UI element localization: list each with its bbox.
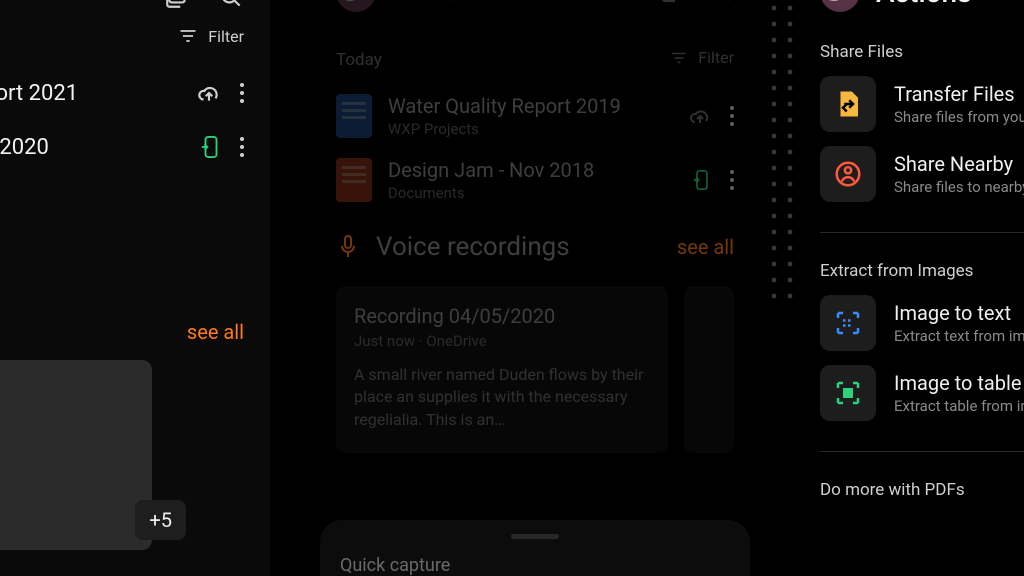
file-title: Water Quality Report 2019	[388, 94, 621, 118]
section-label: Extract from Images	[820, 261, 1024, 281]
action-subtitle: Extract text from image	[894, 327, 1024, 345]
window-icon[interactable]	[660, 0, 684, 4]
avatar[interactable]	[820, 0, 860, 12]
action-share-nearby[interactable]: Share Nearby Share files to nearby	[820, 146, 1024, 202]
promo-card[interactable]: Dark Mode on Android +5	[0, 360, 152, 550]
cloud-upload-icon[interactable]	[196, 80, 222, 106]
transfer-files-icon	[820, 76, 876, 132]
more-icon[interactable]	[730, 170, 734, 190]
see-all-link[interactable]: see all	[187, 320, 244, 344]
file-title: Design Jam - Nov 2018	[388, 158, 594, 182]
more-icon[interactable]	[240, 137, 244, 157]
action-transfer-files[interactable]: Transfer Files Share files from your pho…	[820, 76, 1024, 132]
filter-icon	[670, 49, 688, 67]
action-subtitle: Share files to nearby	[894, 178, 1024, 196]
search-icon[interactable]	[710, 0, 734, 4]
recording-card[interactable]: Recording 04/05/2020 Just now · OneDrive…	[336, 286, 668, 453]
powerpoint-doc-icon	[336, 158, 372, 202]
page-title: Home	[390, 0, 460, 7]
more-icon[interactable]	[240, 83, 244, 103]
action-title: Image to table	[894, 371, 1024, 395]
filter-label: Filter	[208, 27, 244, 46]
filter-icon	[178, 26, 198, 46]
action-subtitle: Extract table from image	[894, 397, 1024, 415]
send-to-phone-icon[interactable]	[200, 134, 222, 160]
section-label-today: Today	[336, 50, 382, 70]
recording-meta: Just now · OneDrive	[354, 332, 650, 350]
avatar[interactable]	[336, 0, 376, 12]
more-icon[interactable]	[730, 106, 734, 126]
send-to-phone-icon[interactable]	[692, 168, 712, 192]
file-title: Water Quality Report 2021	[0, 81, 78, 106]
file-row[interactable]: Water Quality Report 2021	[0, 80, 244, 106]
file-row[interactable]: Survey 7 responses	[0, 188, 244, 234]
page-title: Actions	[876, 0, 972, 9]
recording-body: A small river named Duden flows by their…	[354, 364, 650, 431]
filter-control[interactable]: Filter	[178, 26, 244, 46]
action-title: Image to text	[894, 301, 1024, 325]
section-label: Share Files	[820, 42, 1024, 62]
filter-control[interactable]: Filter	[670, 48, 734, 67]
file-subtitle: WXP Projects	[388, 120, 621, 138]
sheet-title: Quick capture	[340, 555, 730, 576]
action-subtitle: Share files from your phone	[894, 108, 1024, 126]
sheet-grabber[interactable]	[511, 534, 559, 539]
action-image-to-table[interactable]: Image to table Extract table from image	[820, 365, 1024, 421]
image-to-text-icon	[820, 295, 876, 351]
action-title: Transfer Files	[894, 82, 1024, 106]
section-heading: Voice recordings	[376, 232, 570, 262]
file-title: Design Jam - Nov 2020	[0, 135, 49, 160]
image-to-table-icon	[820, 365, 876, 421]
file-row[interactable]: Water Quality Report 2019 WXP Projects	[336, 94, 734, 138]
search-icon[interactable]	[218, 0, 244, 10]
file-row[interactable]: Design Jam - Nov 2018 Documents	[336, 158, 734, 202]
actions-panel: Actions Share Files Transfer Files Share…	[800, 0, 1024, 576]
action-title: Share Nearby	[894, 152, 1024, 176]
recording-title: Recording 04/05/2020	[354, 304, 650, 328]
phone-panel-left: Filter Water Quality Report 2021 Design …	[0, 0, 270, 576]
see-all-link[interactable]: see all	[677, 235, 734, 259]
divider	[820, 451, 1024, 452]
action-image-to-text[interactable]: Image to text Extract text from image	[820, 295, 1024, 351]
decorative-divider	[766, 0, 802, 300]
divider	[820, 232, 1024, 233]
file-row[interactable]: Design Jam - Nov 2020	[0, 134, 244, 160]
cloud-upload-icon[interactable]	[688, 104, 712, 128]
recording-card[interactable]	[684, 286, 734, 453]
word-doc-icon	[336, 94, 372, 138]
microphone-icon	[336, 233, 360, 261]
promo-badge: +5	[135, 500, 186, 540]
window-icon[interactable]	[164, 0, 190, 10]
filter-label: Filter	[698, 48, 734, 67]
file-subtitle: Documents	[388, 184, 594, 202]
section-label: Do more with PDFs	[820, 480, 1024, 500]
quick-capture-sheet[interactable]: Quick capture Note Lens	[320, 520, 750, 576]
phone-panel-center: Home Today Filter	[306, 0, 764, 576]
share-nearby-icon	[820, 146, 876, 202]
